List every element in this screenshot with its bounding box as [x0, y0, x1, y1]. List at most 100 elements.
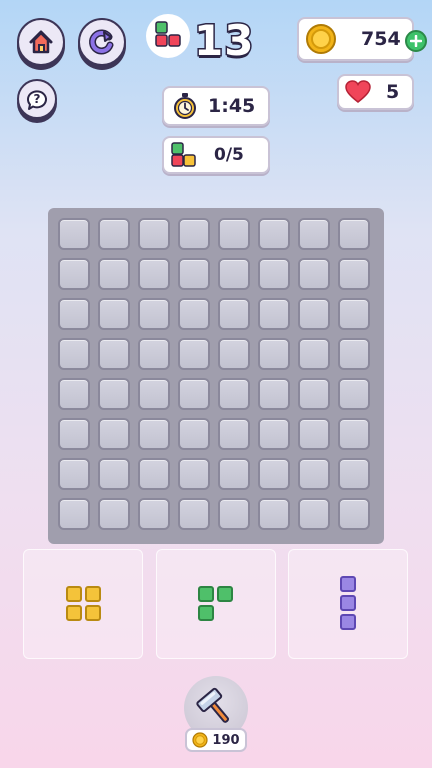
board-cell[interactable] [178, 498, 210, 530]
goal-progress: 0/5 [162, 136, 270, 174]
board-cell[interactable] [338, 258, 370, 290]
board-cell[interactable] [138, 378, 170, 410]
board-cell[interactable] [138, 298, 170, 330]
board-cell[interactable] [138, 338, 170, 370]
heart-icon [345, 80, 371, 103]
level-badge-icon [146, 14, 190, 58]
plus-icon [410, 35, 422, 47]
piece-l-shape[interactable] [198, 586, 234, 622]
board-cell[interactable] [178, 298, 210, 330]
hammer-icon [196, 687, 230, 723]
board-cell[interactable] [218, 498, 250, 530]
board-cell[interactable] [98, 498, 130, 530]
board-cell[interactable] [338, 458, 370, 490]
board-cell[interactable] [138, 258, 170, 290]
coin-icon [306, 24, 336, 54]
piece-block [66, 605, 82, 621]
piece-block [85, 605, 101, 621]
board-cell[interactable] [258, 498, 290, 530]
board-cell[interactable] [338, 338, 370, 370]
board-cell[interactable] [258, 458, 290, 490]
goal-blocks-icon [171, 142, 196, 167]
board-cell[interactable] [258, 378, 290, 410]
board-cell[interactable] [298, 418, 330, 450]
board-cell[interactable] [58, 418, 90, 450]
board-cell[interactable] [298, 338, 330, 370]
piece-block [340, 576, 356, 592]
piece-block [217, 586, 233, 602]
board-cell[interactable] [338, 498, 370, 530]
board-cell[interactable] [98, 258, 130, 290]
board-cell[interactable] [58, 458, 90, 490]
board-cell[interactable] [58, 298, 90, 330]
board-cell[interactable] [298, 458, 330, 490]
board-cell[interactable] [298, 498, 330, 530]
piece-tray-1[interactable] [23, 549, 143, 659]
board-cell[interactable] [298, 298, 330, 330]
board-cell[interactable] [98, 338, 130, 370]
piece-tray-2[interactable] [156, 549, 276, 659]
board-cell[interactable] [218, 418, 250, 450]
board-cell[interactable] [338, 418, 370, 450]
board-cell[interactable] [138, 458, 170, 490]
piece-square[interactable] [66, 586, 102, 622]
board-cell[interactable] [178, 418, 210, 450]
timer: 1:45 [162, 86, 270, 126]
board-cell[interactable] [178, 218, 210, 250]
board-cell[interactable] [98, 458, 130, 490]
board-cell[interactable] [98, 418, 130, 450]
restart-icon [89, 29, 114, 55]
board-cell[interactable] [258, 338, 290, 370]
board-cell[interactable] [138, 218, 170, 250]
add-coins-button[interactable] [405, 30, 427, 52]
board-cell[interactable] [298, 258, 330, 290]
board-cell[interactable] [218, 338, 250, 370]
timer-value: 1:45 [208, 95, 256, 117]
board-cell[interactable] [58, 258, 90, 290]
board-cell[interactable] [338, 298, 370, 330]
board-cell[interactable] [218, 258, 250, 290]
goal-value: 0/5 [214, 145, 244, 165]
board-cell[interactable] [98, 298, 130, 330]
piece-block [66, 586, 82, 602]
board-cell[interactable] [258, 258, 290, 290]
board-cell[interactable] [138, 418, 170, 450]
piece-tray-3[interactable] [288, 549, 408, 659]
stopwatch-icon [174, 93, 196, 119]
board-cell[interactable] [58, 498, 90, 530]
board-cell[interactable] [98, 378, 130, 410]
board-cell[interactable] [218, 218, 250, 250]
board-cell[interactable] [258, 298, 290, 330]
board-cell[interactable] [218, 458, 250, 490]
board-cell[interactable] [218, 298, 250, 330]
board-cell[interactable] [298, 378, 330, 410]
piece-block [340, 614, 356, 630]
coins-counter: 754 [297, 17, 414, 61]
board-cell[interactable] [178, 338, 210, 370]
piece-vertical-line[interactable] [340, 576, 356, 630]
restart-button[interactable] [78, 18, 126, 66]
home-button[interactable] [17, 18, 65, 66]
board-cell[interactable] [218, 378, 250, 410]
help-button[interactable]: ? [17, 79, 57, 119]
piece-block [198, 605, 214, 621]
board-cell[interactable] [58, 338, 90, 370]
level-number: 13 [192, 15, 255, 67]
board-cell[interactable] [258, 418, 290, 450]
game-board [48, 208, 384, 544]
coins-value: 754 [361, 28, 401, 50]
board-cell[interactable] [138, 498, 170, 530]
board-cell[interactable] [338, 218, 370, 250]
home-icon [29, 30, 53, 54]
board-cell[interactable] [58, 378, 90, 410]
board-cell[interactable] [338, 378, 370, 410]
coin-icon [192, 732, 209, 748]
board-cell[interactable] [58, 218, 90, 250]
board-cell[interactable] [298, 218, 330, 250]
board-cell[interactable] [258, 218, 290, 250]
board-cell[interactable] [178, 258, 210, 290]
board-cell[interactable] [98, 218, 130, 250]
board-cell[interactable] [178, 458, 210, 490]
hammer-cost: 190 [185, 728, 247, 752]
board-cell[interactable] [178, 378, 210, 410]
